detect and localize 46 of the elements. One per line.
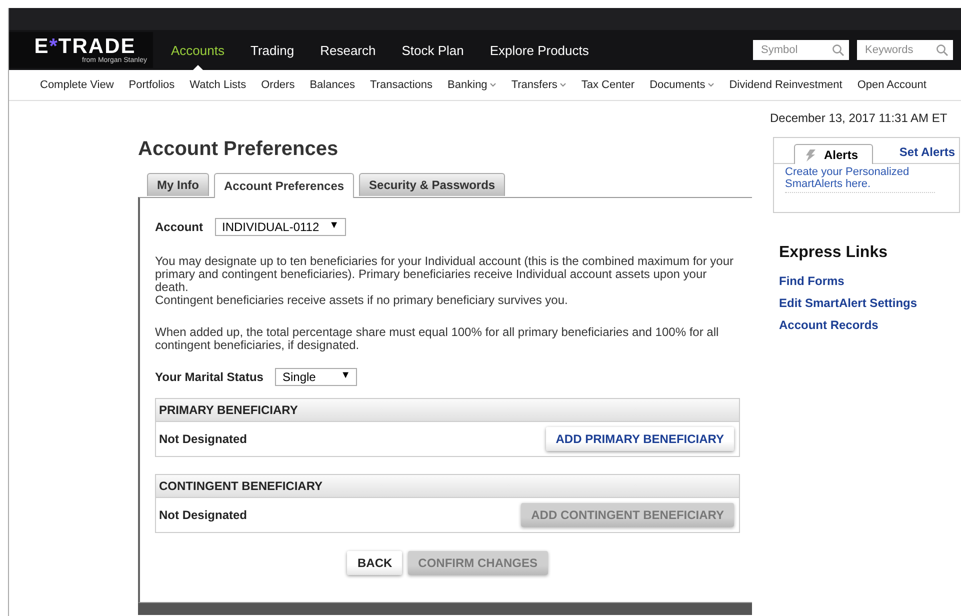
timestamp: December 13, 2017 11:31 AM ET [770, 111, 948, 125]
button[interactable]: ADD PRIMARY BENEFICIARY [546, 427, 734, 451]
alerts-tab[interactable]: Alerts [794, 144, 874, 164]
subnav-link[interactable]: Dividend Reinvestment [729, 79, 842, 91]
link[interactable]: Account Records [779, 318, 960, 332]
search-field[interactable]: Keywords [857, 40, 953, 60]
subnav-link[interactable]: Portfolios [128, 79, 175, 91]
subnav-link[interactable]: Watch Lists [190, 79, 246, 91]
button[interactable]: BACK [347, 551, 402, 575]
alerts-link[interactable]: Create your Personalized SmartAlerts here. [785, 166, 935, 193]
nav-tab[interactable]: Research [320, 30, 376, 70]
lightning-icon [805, 148, 816, 162]
subnav-link[interactable]: Open Account [857, 79, 926, 91]
field-label: Your Marital Status [155, 370, 264, 384]
search-icon[interactable] [832, 44, 844, 56]
subnav-link[interactable]: Balances [310, 79, 355, 91]
tab[interactable]: Security & Passwords [359, 173, 506, 196]
description-text: When added up, the total percentage share must equal 100% for all primary beneficiaries and 100% for all contingent beneficiaries, if designated. [155, 326, 720, 352]
nav-tab[interactable]: Trading [250, 30, 294, 70]
subnav-link[interactable]: Complete View [40, 79, 114, 91]
tab[interactable]: My Info [147, 173, 209, 196]
description-text: You may designate up to ten beneficiaries for your Individual account (this is the combined maximum for your primary and contingent beneficiaries). Primary beneficiaries receive Individual account assets upon your death. Contingent beneficiaries receive assets if no primary beneficiary survives you. [155, 255, 735, 307]
status-text: Not Designated [159, 508, 248, 522]
tab[interactable]: Account Preferences [214, 173, 354, 198]
section-title: Express Links [779, 244, 888, 262]
nav-tab[interactable]: Accounts [171, 30, 224, 70]
subnav-link[interactable]: Banking [448, 79, 496, 91]
search-field[interactable]: Symbol [753, 40, 849, 60]
subnav-link[interactable]: Orders [261, 79, 295, 91]
link[interactable]: Find Forms [779, 274, 960, 288]
subnav-link[interactable]: Transfers [511, 79, 566, 91]
dropdown[interactable]: INDIVIDUAL-0112 ▼ [215, 218, 346, 236]
nav-tab[interactable]: Stock Plan [402, 30, 464, 70]
field-label: Account [155, 220, 203, 234]
search-icon[interactable] [936, 44, 948, 56]
dropdown[interactable]: Single ▼ [275, 368, 358, 386]
section-header: CONTINGENT BENEFICIARY [156, 475, 739, 498]
nav-tab[interactable]: Explore Products [490, 30, 589, 70]
status-text: Not Designated [159, 432, 248, 446]
set-alerts-link[interactable]: Set Alerts [899, 145, 959, 163]
subnav-link[interactable]: Tax Center [581, 79, 635, 91]
link[interactable]: Edit SmartAlert Settings [779, 296, 960, 310]
subnav-link[interactable]: Transactions [370, 79, 433, 91]
section-header: PRIMARY BENEFICIARY [156, 399, 739, 422]
page-title: Account Preferences [138, 138, 340, 161]
subnav-link[interactable]: Documents [650, 79, 714, 91]
